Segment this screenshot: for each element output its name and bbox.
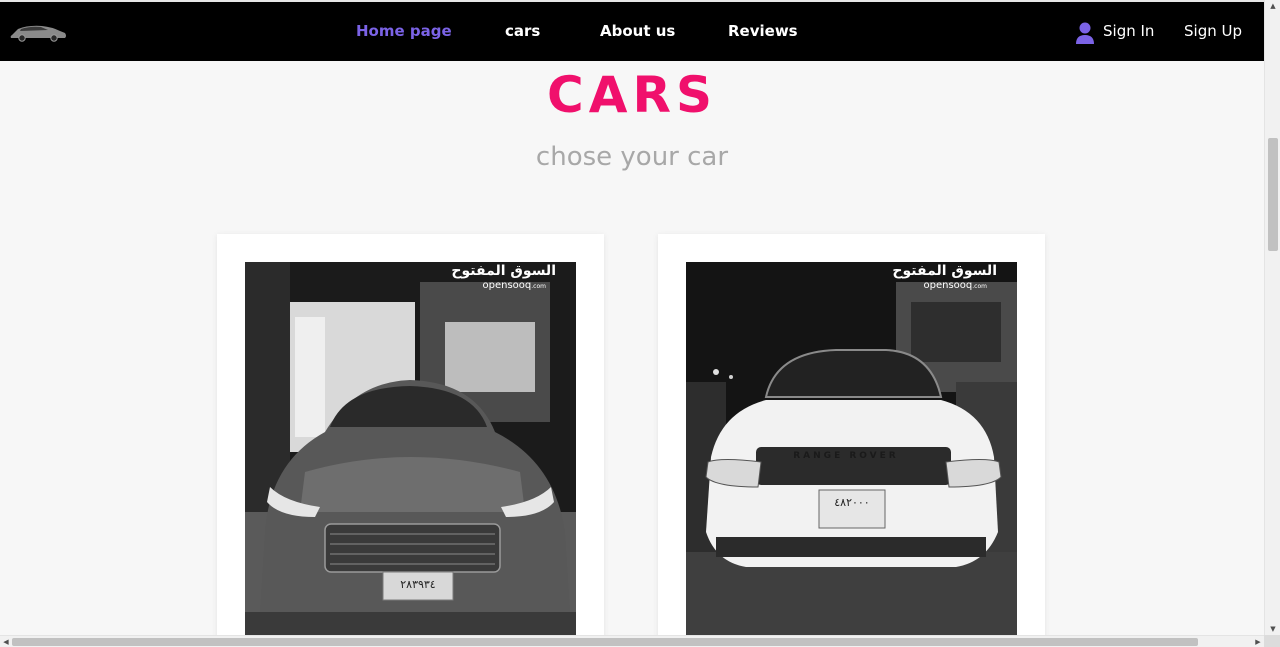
vertical-scrollbar[interactable]: ▲ ▼ <box>1264 0 1280 647</box>
nav-link-about[interactable]: About us <box>600 22 675 40</box>
sign-up-link[interactable]: Sign Up <box>1184 22 1242 40</box>
license-plate-text: ٤٨٢٠٠٠ <box>834 496 869 509</box>
watermark-arabic: السوق المفتوح <box>451 263 556 279</box>
page-subtitle: chose your car <box>535 142 729 172</box>
range-rover-badge: RANGE ROVER <box>793 451 898 461</box>
vertical-scroll-thumb[interactable] <box>1268 138 1278 251</box>
navbar: Home page cars About us Reviews Sign In … <box>0 0 1264 61</box>
nav-link-reviews[interactable]: Reviews <box>728 22 798 40</box>
scroll-left-arrow-icon[interactable]: ◀ <box>0 636 12 647</box>
watermark-arabic: السوق المفتوح <box>892 263 997 279</box>
user-icon[interactable] <box>1075 21 1095 45</box>
car-image-suv[interactable]: RANGE ROVER ٤٨٢٠٠٠ السوق المفتوح opensoo… <box>686 262 1017 636</box>
scroll-down-arrow-icon[interactable]: ▼ <box>1265 623 1280 635</box>
scroll-right-arrow-icon[interactable]: ▶ <box>1252 636 1264 647</box>
horizontal-scroll-thumb[interactable] <box>12 638 1198 646</box>
horizontal-scrollbar[interactable]: ◀ ▶ <box>0 635 1264 647</box>
page-title: CARS <box>547 66 717 124</box>
watermark: السوق المفتوح opensooq.com <box>451 262 556 293</box>
scrollbar-corner <box>1264 635 1280 647</box>
nav-link-home[interactable]: Home page <box>356 22 452 40</box>
watermark: السوق المفتوح opensooq.com <box>892 262 997 293</box>
license-plate-text: ٢٨٣٩٣٤ <box>400 578 436 591</box>
car-card[interactable]: ٢٨٣٩٣٤ السوق المفتوح opensooq.com <box>217 234 604 647</box>
car-image-sedan[interactable]: ٢٨٣٩٣٤ السوق المفتوح opensooq.com <box>245 262 576 636</box>
watermark-english: opensooq.com <box>923 280 987 291</box>
watermark-english: opensooq.com <box>482 280 546 291</box>
nav-link-cars[interactable]: cars <box>505 22 540 40</box>
car-logo-icon[interactable] <box>8 18 68 44</box>
car-card[interactable]: RANGE ROVER ٤٨٢٠٠٠ السوق المفتوح opensoo… <box>658 234 1045 647</box>
scroll-up-arrow-icon[interactable]: ▲ <box>1265 0 1280 12</box>
sign-in-link[interactable]: Sign In <box>1103 22 1154 40</box>
